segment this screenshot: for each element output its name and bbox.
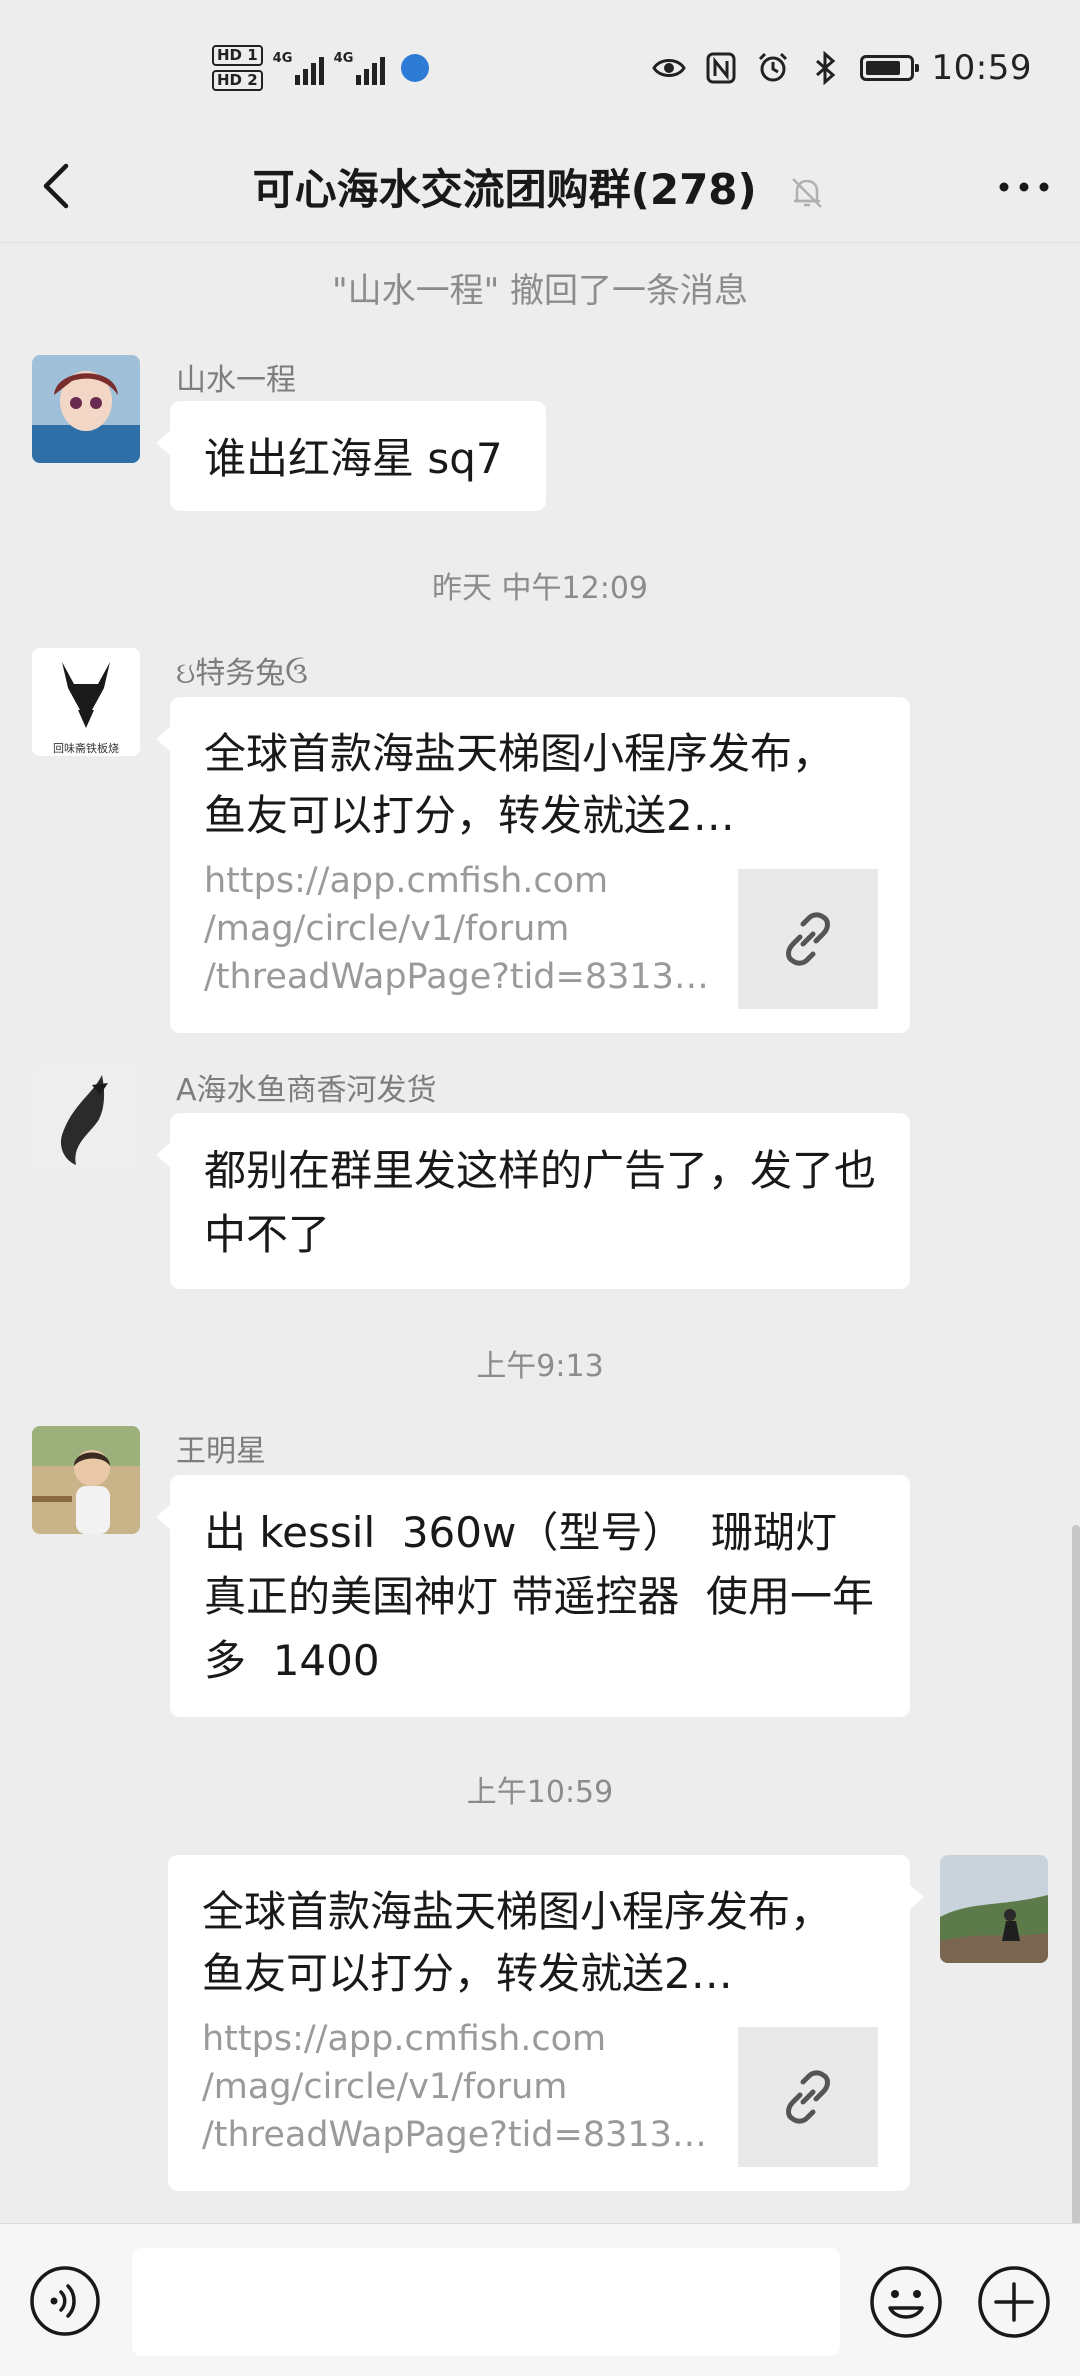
link-thumbnail: [738, 2027, 878, 2167]
message-input[interactable]: [132, 2248, 840, 2356]
nfc-icon: [706, 52, 736, 84]
avatar[interactable]: [32, 1065, 140, 1173]
avatar[interactable]: 回味斋铁板烧: [32, 648, 140, 756]
sender-name: 山水一程: [176, 363, 296, 398]
message-bubble[interactable]: 都别在群里发这样的广告了，发了也中不了: [156, 1113, 910, 1289]
battery-icon: [859, 55, 919, 81]
timestamp: 上午10:59: [466, 1775, 614, 1810]
signal-icon-1: 4G: [273, 51, 324, 85]
avatar[interactable]: [32, 1426, 140, 1534]
net1-label: 4G: [272, 51, 293, 66]
link-card[interactable]: 全球首款海盐天梯图小程序发布，鱼友可以打分，转发就送2… https://app…: [168, 1855, 924, 2191]
bluetooth-icon: [815, 51, 835, 85]
sim1-label: HD 1: [212, 45, 263, 66]
status-bar: HD 1 HD 2 4G 4G 10:59: [0, 0, 1080, 130]
my-avatar[interactable]: [940, 1855, 1048, 1963]
eye-icon: [651, 59, 686, 77]
input-bar: [0, 2223, 1080, 2376]
message-list[interactable]: "山水一程" 撤回了一条消息 山水一程 谁出红海星 sq7 昨天 中午12:09…: [0, 243, 1080, 2223]
network-app-icon: [400, 54, 429, 82]
sender-name: 王明星: [176, 1434, 266, 1469]
link-title: 全球首款海盐天梯图小程序发布，鱼友可以打分，转发就送2…: [204, 729, 835, 840]
bell-muted-icon: [792, 177, 823, 208]
message-bubble[interactable]: 出 kessil 360w（型号） 珊瑚灯 真正的美国神灯 带遥控器 使用一年多…: [156, 1475, 910, 1717]
status-right: 10:59: [651, 42, 1032, 94]
link-card[interactable]: 全球首款海盐天梯图小程序发布，鱼友可以打分，转发就送2… https://app…: [156, 697, 910, 1033]
timestamp: 上午9:13: [476, 1349, 604, 1384]
timestamp: 昨天 中午12:09: [432, 571, 648, 606]
more-dots-icon[interactable]: [994, 160, 1054, 214]
net2-label: 4G: [333, 51, 354, 66]
emoji-icon[interactable]: [868, 2264, 944, 2340]
sim2-label: HD 2: [212, 70, 263, 91]
sim-indicators: HD 1 HD 2: [212, 45, 263, 91]
scrollbar[interactable]: [1072, 1525, 1080, 2225]
plus-circle-icon[interactable]: [976, 2264, 1052, 2340]
page-title: 可心海水交流团购群(278): [252, 165, 757, 214]
message-text: 出 kessil 360w（型号） 珊瑚灯 真正的美国神灯 带遥控器 使用一年多…: [204, 1508, 875, 1685]
status-left: HD 1 HD 2 4G 4G: [212, 38, 429, 98]
link-title: 全球首款海盐天梯图小程序发布，鱼友可以打分，转发就送2…: [202, 1887, 833, 1998]
link-icon: [786, 2070, 830, 2124]
recall-notice: "山水一程" 撤回了一条消息: [331, 271, 749, 311]
chat-screen: HD 1 HD 2 4G 4G 10:59 可心海水交流团购群(278) "山水…: [0, 0, 1080, 2376]
avatar[interactable]: [32, 355, 140, 463]
link-thumbnail: [738, 869, 878, 1009]
signal-icon-2: 4G: [334, 51, 385, 85]
sender-name: ઇ特务兔ઉ: [176, 656, 308, 691]
voice-icon[interactable]: [28, 2264, 102, 2338]
chat-header: 可心海水交流团购群(278): [0, 130, 1080, 243]
link-icon: [786, 912, 830, 966]
message-text: 谁出红海星 sq7: [204, 434, 503, 483]
sender-name: A海水鱼商香河发货: [176, 1073, 437, 1108]
status-time: 10:59: [931, 48, 1032, 88]
page-title-wrap: 可心海水交流团购群(278): [0, 156, 1080, 217]
link-url: https://app.cmfish.com /mag/circle/v1/fo…: [202, 2019, 707, 2155]
avatar-caption: 回味斋铁板烧: [53, 742, 119, 755]
message-bubble[interactable]: 谁出红海星 sq7: [156, 401, 546, 511]
link-url: https://app.cmfish.com /mag/circle/v1/fo…: [204, 861, 709, 997]
message-text: 都别在群里发这样的广告了，发了也中不了: [204, 1146, 877, 1259]
alarm-icon: [758, 52, 787, 82]
